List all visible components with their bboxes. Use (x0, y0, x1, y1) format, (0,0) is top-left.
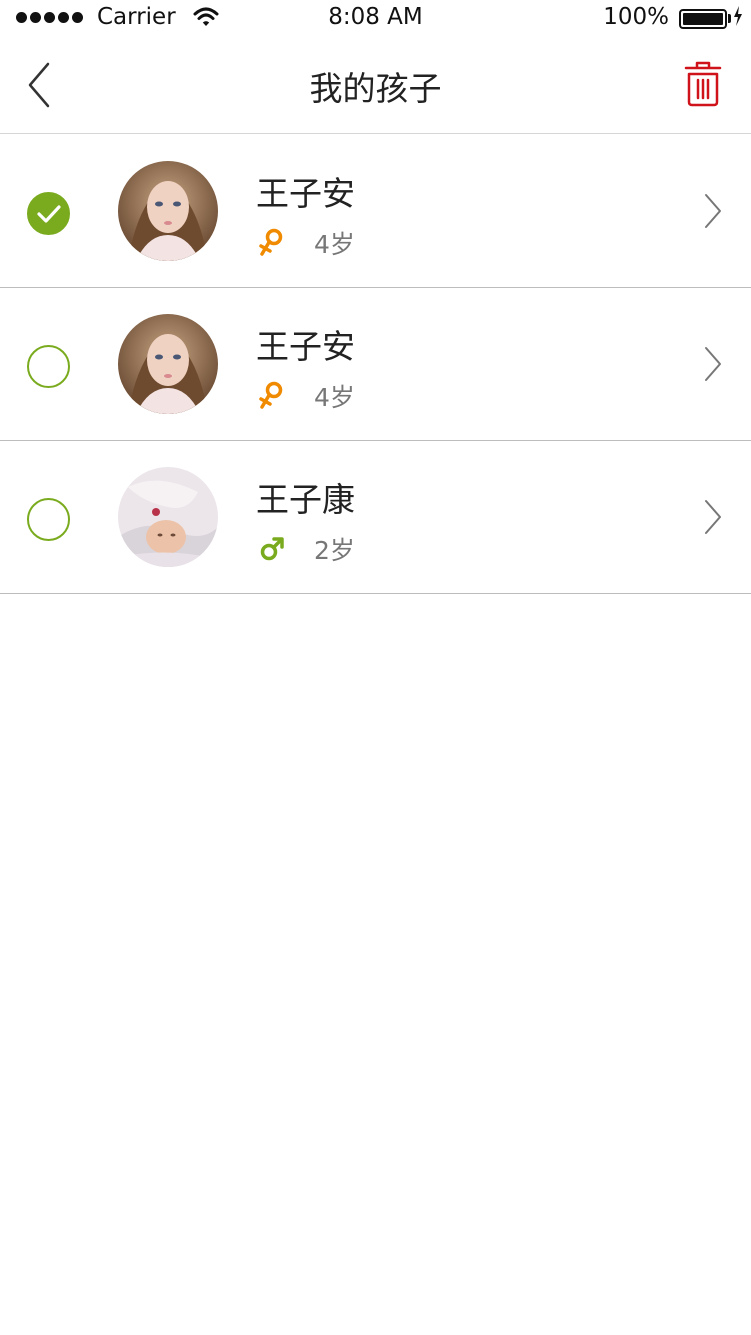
female-icon (259, 380, 285, 410)
child-age: 2岁 (314, 536, 355, 565)
chevron-right-icon (703, 499, 723, 535)
child-name: 王子安 (256, 327, 355, 366)
selection-radio[interactable] (27, 192, 70, 235)
child-age: 4岁 (314, 383, 355, 412)
male-icon (259, 533, 285, 563)
battery-icon (679, 9, 727, 29)
status-bar: Carrier 8:08 AM 100% (0, 0, 751, 36)
chevron-right-icon (703, 346, 723, 382)
battery-percentage: 100% (603, 4, 669, 30)
avatar (118, 161, 218, 261)
selection-radio[interactable] (27, 498, 70, 541)
child-name: 王子康 (256, 480, 355, 519)
avatar (118, 314, 218, 414)
children-list: 王子安 4岁 王子安 4岁 王子康 2岁 (0, 135, 751, 594)
list-item-child-3[interactable]: 王子康 2岁 (0, 441, 751, 594)
list-item-child-2[interactable]: 王子安 4岁 (0, 288, 751, 441)
screen: Carrier 8:08 AM 100% 我的孩子 王子安 4岁 王子安 4岁 … (0, 0, 751, 1335)
navigation-bar: 我的孩子 (0, 36, 751, 134)
battery-tip (728, 14, 731, 23)
delete-button[interactable] (681, 60, 725, 110)
page-title: 我的孩子 (309, 69, 442, 108)
female-icon (259, 227, 285, 257)
avatar (118, 467, 218, 567)
chevron-right-icon (703, 193, 723, 229)
checkmark-icon (37, 205, 61, 223)
trash-icon (684, 61, 722, 107)
list-item-child-1[interactable]: 王子安 4岁 (0, 135, 751, 288)
child-name: 王子安 (256, 174, 355, 213)
charging-bolt-icon (733, 6, 743, 30)
child-age: 4岁 (314, 230, 355, 259)
selection-radio[interactable] (27, 345, 70, 388)
